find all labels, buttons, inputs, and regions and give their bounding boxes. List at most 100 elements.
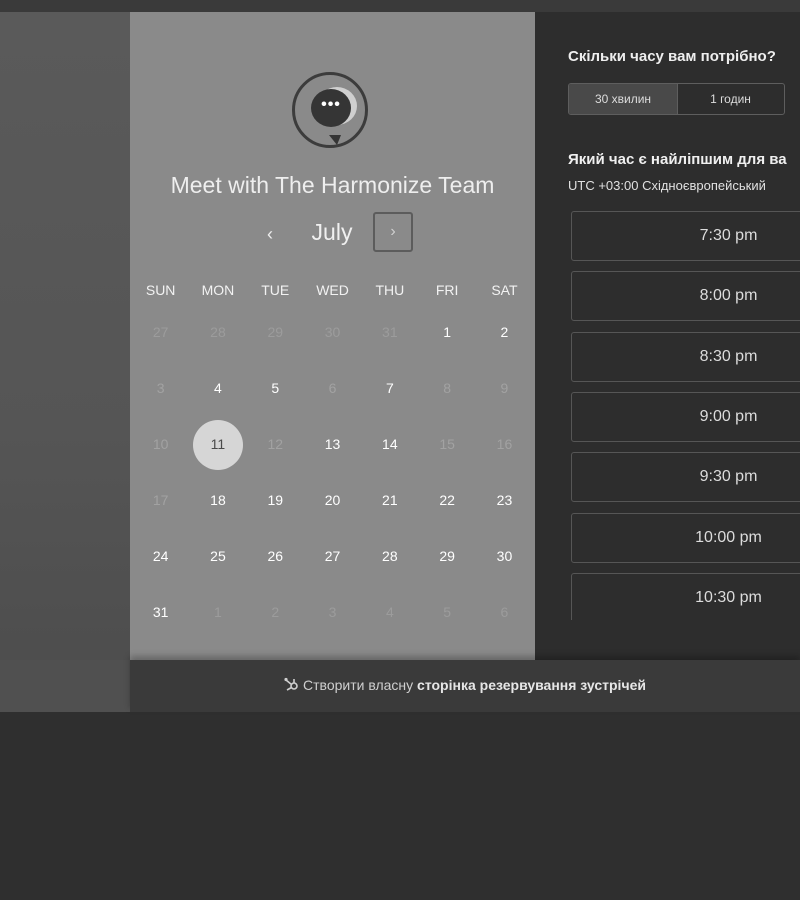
time-slot-button[interactable]: 10:30 pm (571, 572, 800, 620)
day-number: 10 (152, 436, 169, 452)
weekday-label: TUE (261, 282, 290, 298)
time-slot-label: 7:30 pm (699, 227, 758, 244)
duration-question: Скільки часу вам потрібно? (568, 48, 776, 65)
day-number: 2 (271, 604, 280, 620)
calendar-day[interactable]: 28 (361, 544, 418, 600)
calendar-day[interactable]: 20 (304, 488, 361, 544)
calendar-day[interactable]: 23 (476, 488, 533, 544)
day-number: 9 (500, 380, 509, 396)
day-number: 14 (382, 436, 398, 452)
sprocket-icon (284, 677, 298, 691)
calendar-day: 6 (476, 600, 533, 656)
next-month-button[interactable]: › (373, 212, 413, 252)
footer: Створити власну сторінка резервування зу… (130, 660, 800, 712)
selected-day[interactable]: 11 (189, 420, 246, 488)
calendar-day[interactable]: 14 (361, 432, 418, 488)
day-number: 5 (271, 380, 280, 396)
time-slot-label: 10:30 pm (695, 588, 762, 606)
weekday-label: FRI (435, 282, 459, 298)
duration-option-1hour[interactable]: 1 годин (677, 84, 784, 114)
timezone-label[interactable]: UTC +03:00 Східноєвропейський (568, 178, 800, 193)
weekday-label: MON (201, 282, 235, 298)
calendar-day: 6 (304, 376, 361, 432)
chat-bubble-icon: ••• (311, 89, 351, 145)
calendar-day[interactable]: 30 (476, 544, 533, 600)
time-slot-button[interactable]: 7:30 pm (571, 211, 800, 261)
calendar-day[interactable]: 29 (419, 544, 476, 600)
day-number: 22 (439, 492, 455, 508)
day-number: 1 (443, 324, 452, 340)
time-slot-list[interactable]: 7:30 pm 8:00 pm 8:30 pm 9:00 pm 9:30 pm 10:00… (571, 211, 800, 620)
calendar-day[interactable]: 24 (132, 544, 189, 600)
time-question: Який час є найліпшим для ва (568, 151, 787, 168)
calendar-day: 4 (361, 600, 418, 656)
calendar-day[interactable]: 1 (419, 320, 476, 376)
time-slot-button[interactable]: 8:00 pm (571, 271, 800, 322)
day-number: 4 (385, 604, 394, 620)
weekday-label: THU (375, 282, 405, 298)
calendar-day[interactable]: 31 (132, 600, 189, 656)
team-logo: ••• (292, 72, 368, 148)
calendar-day: 10 (132, 432, 189, 488)
time-panel: Скільки часу вам потрібно? 30 хвилин 1 г… (535, 12, 800, 660)
day-number: 27 (324, 548, 341, 564)
calendar-day[interactable]: 7 (361, 376, 418, 432)
weekday-label: SAT (491, 282, 518, 298)
time-slot-button[interactable]: 10:00 pm (571, 512, 800, 563)
day-number: 4 (214, 380, 222, 396)
day-number: 16 (496, 436, 513, 452)
time-slot-label: 8:30 pm (699, 347, 758, 365)
calendar-day[interactable]: 18 (189, 488, 246, 544)
calendar-day[interactable]: 13 (304, 432, 361, 488)
background-lower (0, 712, 800, 900)
day-number: 30 (324, 324, 341, 340)
calendar-day[interactable]: 22 (419, 488, 476, 544)
day-number: 7 (385, 380, 394, 396)
day-number: 12 (267, 436, 284, 452)
day-number: 26 (267, 548, 284, 564)
time-slot-button[interactable]: 9:30 pm (571, 452, 800, 503)
time-slot-button[interactable]: 8:30 pm (571, 331, 800, 382)
background-overlay (0, 12, 130, 712)
calendar-day[interactable]: 25 (189, 544, 246, 600)
day-number: 13 (324, 436, 341, 452)
calendar-day: 15 (419, 432, 476, 488)
day-number: 25 (210, 548, 226, 564)
calendar-day[interactable]: 19 (247, 488, 304, 544)
prev-month-button[interactable]: ‹ (260, 224, 280, 244)
time-slot-label: 9:00 pm (699, 407, 758, 425)
calendar-day[interactable]: 27 (304, 544, 361, 600)
calendar-day: 12 (247, 432, 304, 488)
calendar-day: 2 (247, 600, 304, 656)
calendar-day: 16 (476, 432, 533, 488)
weekday-label: WED (316, 282, 349, 298)
day-number: 2 (500, 324, 509, 340)
day-number: 30 (496, 548, 513, 564)
calendar-day: 8 (419, 376, 476, 432)
day-number: 18 (210, 492, 226, 508)
calendar-day: 30 (304, 320, 361, 376)
day-number: 11 (210, 436, 226, 452)
day-number: 28 (210, 324, 226, 340)
create-booking-page-link[interactable]: Створити власну сторінка резервування зу… (130, 677, 800, 693)
day-number: 5 (443, 604, 452, 620)
day-number: 23 (496, 492, 513, 508)
calendar-day[interactable]: 26 (247, 544, 304, 600)
day-number: 27 (152, 324, 169, 340)
month-label: July (311, 219, 353, 245)
calendar-day[interactable]: 2 (476, 320, 533, 376)
day-number: 29 (439, 548, 455, 564)
meeting-title: Meet with The Harmonize Team (170, 172, 495, 198)
day-number: 19 (267, 492, 284, 508)
day-number: 20 (324, 492, 341, 508)
calendar-day: 17 (132, 488, 189, 544)
duration-option-30min[interactable]: 30 хвилин (569, 84, 678, 114)
weekday-label: SUN (145, 282, 176, 298)
time-slot-label: 8:00 pm (699, 287, 758, 305)
logo-dots: ••• (321, 96, 341, 113)
calendar-day[interactable]: 21 (361, 488, 418, 544)
day-number: 17 (152, 492, 169, 508)
calendar-day: 27 (132, 320, 189, 376)
calendar-day[interactable]: 5 (247, 376, 304, 432)
time-slot-button[interactable]: 9:00 pm (571, 391, 800, 442)
